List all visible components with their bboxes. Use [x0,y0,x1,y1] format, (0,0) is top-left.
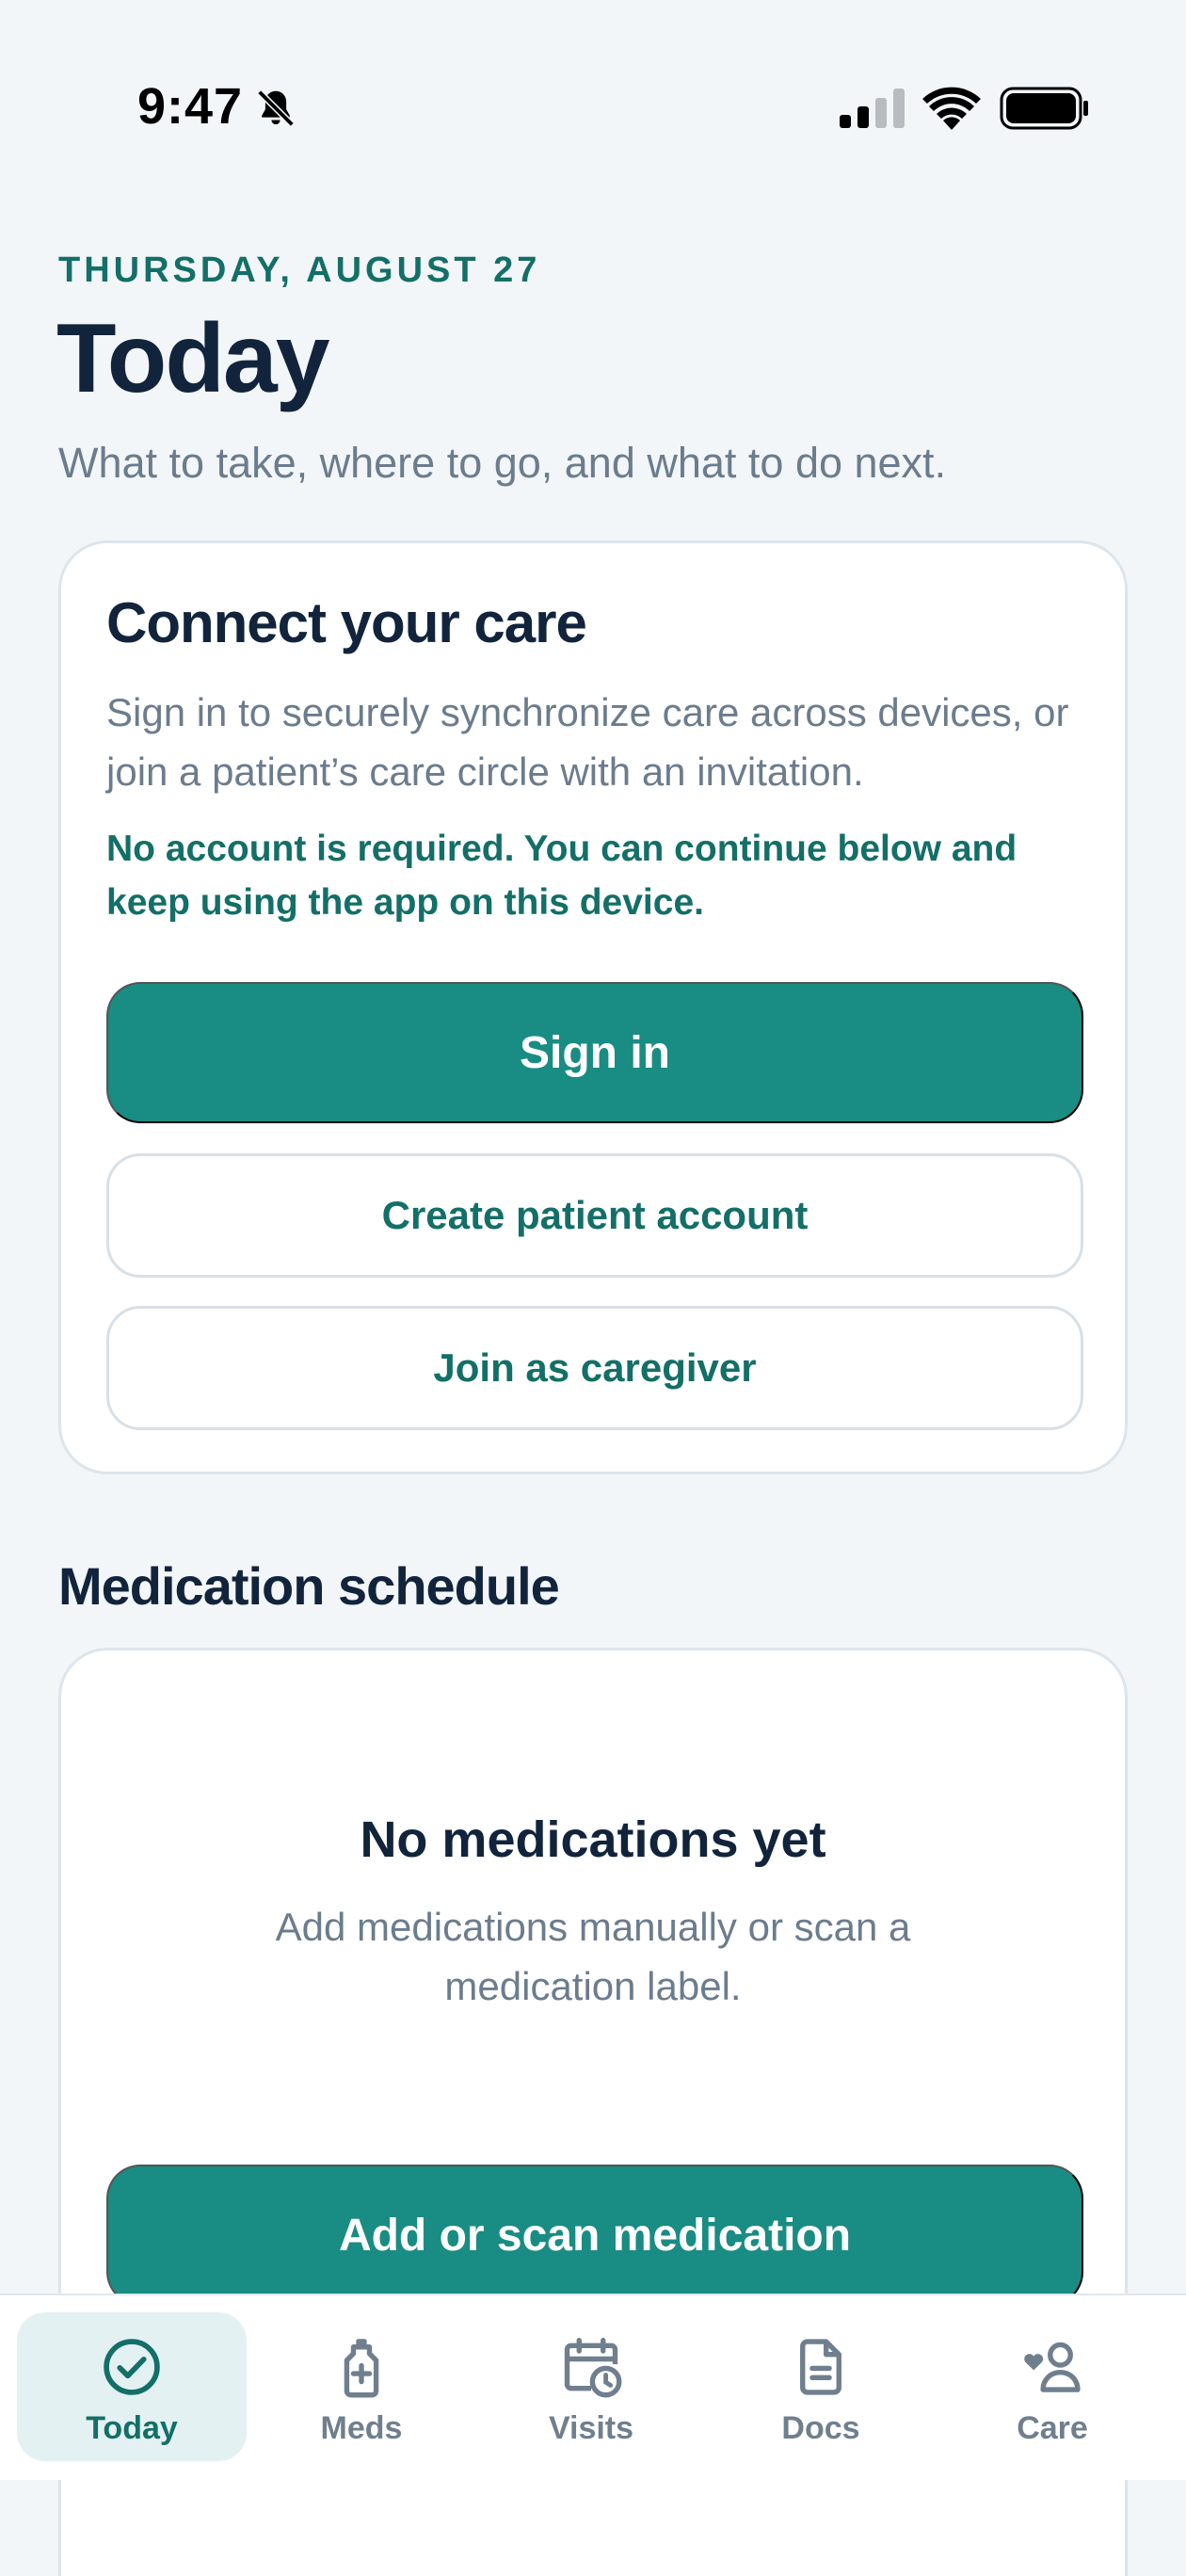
nav-item-visits[interactable]: Visits [476,2312,706,2461]
create-patient-account-button[interactable]: Create patient account [106,1153,1083,1278]
nav-item-today[interactable]: Today [17,2312,247,2461]
medication-schedule-heading: Medication schedule [58,1556,560,1616]
nav-item-meds[interactable]: Meds [247,2312,476,2461]
bell-muted-icon [257,89,295,127]
document-icon [800,2339,841,2395]
page-title: Today [56,304,330,413]
nav-label-care: Care [1017,2410,1088,2446]
date-label: THURSDAY, AUGUST 27 [58,250,541,290]
connect-care-card: Connect your care Sign in to securely sy… [58,540,1128,1474]
battery-icon [1000,87,1088,130]
connect-card-note: No account is required. You can continue… [106,829,1018,923]
nav-item-care[interactable]: Care [938,2312,1167,2461]
page-subtitle: What to take, where to go, and what to d… [58,439,947,487]
nav-label-docs: Docs [781,2410,860,2446]
check-circle-icon [104,2339,160,2395]
nav-label-meds: Meds [320,2410,403,2446]
cellular-signal-icon [840,89,905,128]
caregiver-icon [1024,2342,1081,2392]
join-as-caregiver-button[interactable]: Join as caregiver [106,1306,1083,1430]
medicine-bottle-icon [344,2339,379,2398]
nav-label-today: Today [86,2410,178,2446]
status-time: 9:47 [137,78,244,135]
status-bar: 9:47 [0,0,1186,217]
calendar-clock-icon [564,2337,622,2398]
connect-card-title: Connect your care [106,591,587,654]
sign-in-button[interactable]: Sign in [106,982,1083,1123]
add-or-scan-medication-button[interactable]: Add or scan medication [106,2165,1083,2306]
connect-card-description: Sign in to securely synchronize care acr… [106,690,1069,794]
empty-state-description: Add medications manually or scan a medic… [275,1905,911,2008]
wifi-icon [922,87,981,130]
empty-state-title: No medications yet [360,1811,826,1868]
nav-label-visits: Visits [548,2410,634,2446]
nav-item-docs[interactable]: Docs [706,2312,936,2461]
bottom-nav: Today Meds Visits Docs Care [0,2294,1186,2480]
